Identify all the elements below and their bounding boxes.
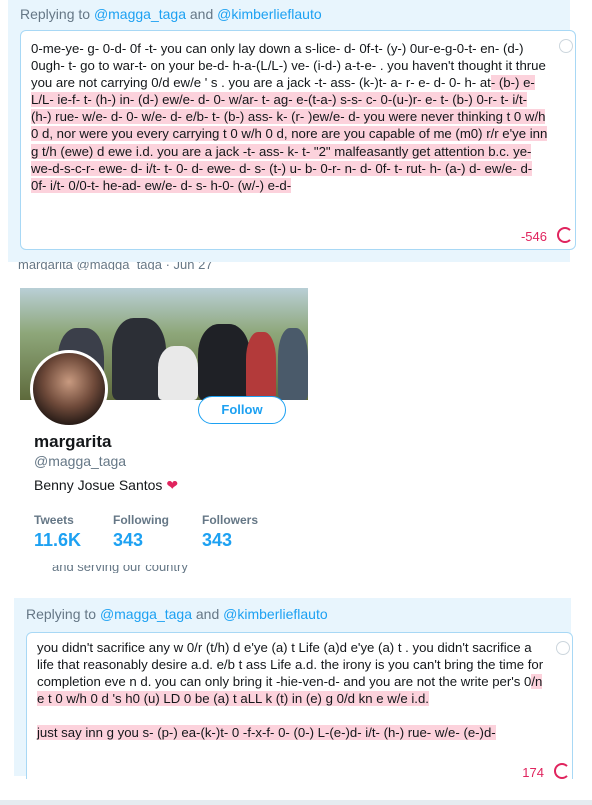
mention-link-4[interactable]: @kimberlieflauto xyxy=(223,606,327,622)
cut-off-tweet-header: margarita @magga_taga · Jun 27 xyxy=(18,262,213,270)
banner-person-3 xyxy=(158,346,198,400)
profile-avatar[interactable] xyxy=(30,350,108,428)
profile-handle: @magga_taga xyxy=(34,453,127,469)
heart-icon: ❤ xyxy=(166,477,179,493)
character-progress-ring-icon xyxy=(557,227,573,243)
replying-to-label-2: Replying to xyxy=(26,606,100,622)
banner-person-4 xyxy=(198,324,250,400)
mention-link-2[interactable]: @kimberlieflauto xyxy=(217,6,321,22)
emoji-icon-2[interactable] xyxy=(556,641,570,655)
reply-panel-2: Replying to @magga_taga and @kimberliefl… xyxy=(14,598,573,780)
profile-name[interactable]: margarita xyxy=(34,432,111,452)
stat-label-followers: Followers xyxy=(202,513,259,527)
mention-link-3[interactable]: @magga_taga xyxy=(100,606,192,622)
tweet-compose-box[interactable]: 0-me-ye- g- 0-d- 0f -t- you can only lay… xyxy=(20,30,576,250)
stat-label-tweets: Tweets xyxy=(34,513,74,527)
tweet-compose-box-2[interactable]: you didn't sacrifice any w 0/r (t/h) d e… xyxy=(26,632,573,780)
replying-to-header-2: Replying to @magga_taga and @kimberliefl… xyxy=(26,606,328,622)
bottom-divider xyxy=(0,800,592,805)
stat-value-tweets[interactable]: 11.6K xyxy=(34,530,81,551)
banner-person-5 xyxy=(246,332,276,400)
profile-hover-card: margarita @magga_taga · Jun 27 Follow ma… xyxy=(18,262,310,574)
tweet-text: 0-me-ye- g- 0-d- 0f -t- you can only lay… xyxy=(31,40,549,194)
profile-bio: Benny Josue Santos ❤ xyxy=(34,477,178,494)
stat-value-following[interactable]: 343 xyxy=(113,530,143,551)
follow-button[interactable]: Follow xyxy=(198,396,286,424)
replying-to-label: Replying to xyxy=(20,6,94,22)
character-progress-ring-icon-2 xyxy=(554,763,570,779)
character-counter: -546 xyxy=(520,229,547,244)
tweet-text-2-over-limit-line2: just say inn g you s- (p-) ea-(k-)t- 0 -… xyxy=(37,725,496,741)
cut-off-tweet-text: and serving our country xyxy=(52,565,188,573)
replying-joiner-2: and xyxy=(192,606,224,622)
stat-label-following: Following xyxy=(113,513,169,527)
tweet-text-2: you didn't sacrifice any w 0/r (t/h) d e… xyxy=(37,639,546,741)
tweet-text-within-limit: 0-me-ye- g- 0-d- 0f -t- you can only lay… xyxy=(31,41,546,91)
mention-link-1[interactable]: @magga_taga xyxy=(94,6,186,22)
stat-value-followers[interactable]: 343 xyxy=(202,530,232,551)
reply-panel-1: Replying to @magga_taga and @kimberliefl… xyxy=(8,0,576,262)
profile-bio-text: Benny Josue Santos xyxy=(34,477,163,493)
tweet-text-2-within-limit: you didn't sacrifice any w 0/r (t/h) d e… xyxy=(37,640,544,690)
replying-to-header: Replying to @magga_taga and @kimberliefl… xyxy=(20,6,322,22)
tweet-text-over-limit: - (b-) e- L/L- ie-f- t- (h-) in- (d-) ew… xyxy=(31,75,548,193)
character-counter-2: 174 xyxy=(522,765,544,780)
banner-person-6 xyxy=(278,328,308,400)
replying-joiner: and xyxy=(186,6,218,22)
emoji-icon[interactable] xyxy=(559,39,573,53)
